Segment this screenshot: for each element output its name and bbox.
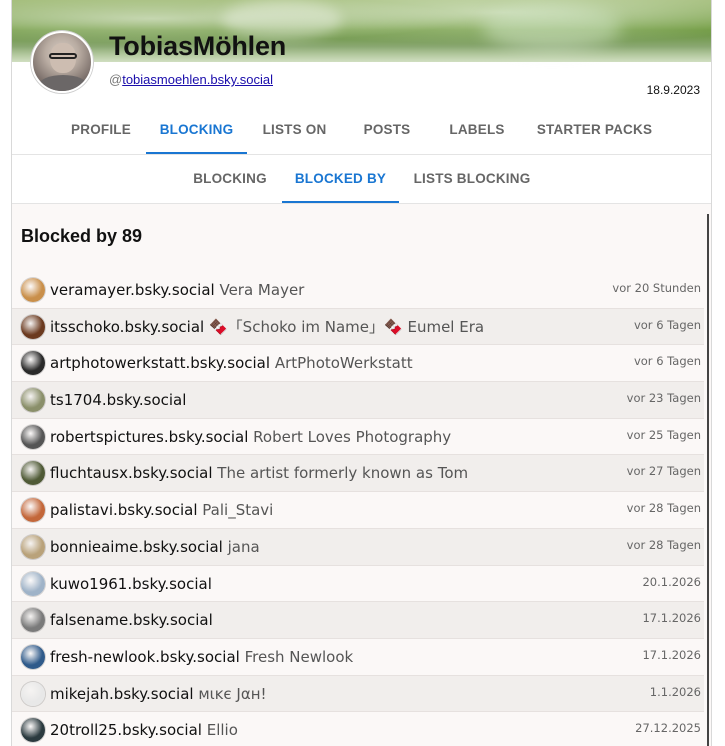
list-item[interactable]: robertspictures.bsky.social Robert Loves…: [12, 418, 704, 456]
blocked-time: 17.1.2026: [642, 611, 701, 626]
profile-handle: @tobiasmoehlen.bsky.social: [109, 72, 273, 87]
user-display-name: ArtPhotoWerkstatt: [274, 354, 413, 373]
user-display-name: Fresh Newlook: [244, 647, 354, 666]
user-avatar[interactable]: [21, 534, 45, 559]
profile-avatar: [31, 31, 93, 93]
user-text: kuwo1961.bsky.social: [50, 566, 212, 602]
list-item[interactable]: bonnieaime.bsky.social jana vor 28 Tagen: [12, 528, 704, 566]
list-item[interactable]: 20troll25.bsky.social Ellio 27.12.2025: [12, 712, 704, 746]
joined-date: 18.9.2023: [646, 83, 700, 97]
tab-blocking[interactable]: BLOCKING: [146, 108, 247, 154]
user-text: fresh-newlook.bsky.social Fresh Newlook: [50, 639, 353, 675]
blocked-time: vor 6 Tagen: [633, 317, 701, 332]
user-handle[interactable]: artphotowerkstatt.bsky.social: [50, 354, 270, 372]
profile-handle-link[interactable]: tobiasmoehlen.bsky.social: [122, 72, 273, 87]
scrollbar[interactable]: [707, 214, 709, 746]
user-text: palistavi.bsky.social Pali_Stavi: [50, 492, 273, 528]
blocked-time: 20.1.2026: [642, 574, 701, 589]
tab-profile[interactable]: PROFILE: [56, 108, 146, 154]
main-tab-bar: PROFILE BLOCKING LISTS ON POSTS LABELS S…: [12, 108, 711, 155]
user-handle[interactable]: falsename.bsky.social: [50, 611, 213, 629]
user-display-name: Vera Mayer: [219, 281, 305, 299]
user-text: artphotowerkstatt.bsky.social ArtPhotoWe…: [50, 345, 413, 381]
blocked-time: vor 6 Tagen: [633, 354, 701, 369]
user-avatar[interactable]: [21, 644, 45, 669]
user-handle[interactable]: veramayer.bsky.social: [50, 281, 215, 299]
blocked-time: 1.1.2026: [649, 684, 701, 699]
user-handle[interactable]: itsschoko.bsky.social: [50, 318, 204, 336]
user-display-name: ᴍιᴋє Jαн!: [198, 684, 267, 703]
subtab-blocking[interactable]: BLOCKING: [180, 155, 280, 203]
user-text: veramayer.bsky.social Vera Mayer: [50, 272, 304, 308]
user-text: robertspictures.bsky.social Robert Loves…: [50, 419, 451, 455]
blocked-time: vor 28 Tagen: [626, 537, 701, 552]
blocked-time: vor 23 Tagen: [626, 391, 701, 406]
list-item[interactable]: artphotowerkstatt.bsky.social ArtPhotoWe…: [12, 345, 704, 383]
user-text: ts1704.bsky.social: [50, 382, 186, 418]
list-item[interactable]: fluchtausx.bsky.social The artist former…: [12, 455, 704, 493]
list-item[interactable]: kuwo1961.bsky.social 20.1.2026: [12, 565, 704, 603]
user-handle[interactable]: fresh-newlook.bsky.social: [50, 648, 240, 666]
profile-panel: TobiasMöhlen @tobiasmoehlen.bsky.social …: [11, 0, 712, 746]
list-item[interactable]: veramayer.bsky.social Vera Mayer vor 20 S…: [12, 272, 704, 309]
user-handle[interactable]: robertspictures.bsky.social: [50, 428, 248, 446]
avatar-glasses: [49, 53, 77, 59]
user-handle[interactable]: ts1704.bsky.social: [50, 391, 186, 409]
list-item[interactable]: falsename.bsky.social 17.1.2026: [12, 602, 704, 639]
sub-tab-bar: BLOCKING BLOCKED BY LISTS BLOCKING: [12, 155, 711, 204]
user-avatar[interactable]: [21, 351, 45, 376]
user-text: fluchtausx.bsky.social The artist former…: [50, 455, 468, 491]
profile-display-name: TobiasMöhlen: [109, 31, 287, 61]
user-avatar[interactable]: [21, 681, 45, 706]
user-avatar[interactable]: [21, 278, 45, 302]
user-display-name: 🍫「Schoko im Name」🍫 Eumel Era: [209, 317, 485, 336]
blocked-time: vor 28 Tagen: [626, 501, 701, 516]
user-handle[interactable]: bonnieaime.bsky.social: [50, 538, 223, 556]
user-display-name: The artist formerly known as Tom: [217, 464, 469, 483]
avatar-shirt: [39, 75, 87, 91]
blocked-time: 17.1.2026: [642, 647, 701, 662]
section-title: Blocked by 89: [21, 226, 143, 246]
user-avatar[interactable]: [21, 314, 45, 339]
tab-starter-packs[interactable]: STARTER PACKS: [522, 108, 667, 154]
user-display-name: Ellio: [206, 721, 238, 740]
user-avatar[interactable]: [21, 424, 45, 449]
blocked-by-panel: Blocked by 89 veramayer.bsky.social Vera…: [12, 204, 711, 746]
list-item[interactable]: fresh-newlook.bsky.social Fresh Newlook 1…: [12, 638, 704, 676]
user-display-name: Robert Loves Photography: [253, 427, 452, 446]
handle-prefix: @: [109, 72, 123, 87]
subtab-lists-blocking[interactable]: LISTS BLOCKING: [402, 155, 542, 203]
user-text: mikejah.bsky.social ᴍιᴋє Jαн!: [50, 676, 267, 712]
user-handle[interactable]: palistavi.bsky.social: [50, 501, 198, 519]
user-handle[interactable]: kuwo1961.bsky.social: [50, 575, 212, 593]
user-display-name: Pali_Stavi: [202, 501, 274, 520]
user-avatar[interactable]: [21, 608, 45, 633]
user-avatar[interactable]: [21, 461, 45, 486]
tab-posts[interactable]: POSTS: [342, 108, 432, 154]
blocked-time: vor 25 Tagen: [626, 427, 701, 442]
user-text: bonnieaime.bsky.social jana: [50, 529, 260, 565]
blocked-by-list: veramayer.bsky.social Vera Mayer vor 20 S…: [12, 272, 704, 746]
user-display-name: jana: [227, 537, 260, 556]
tab-lists-on[interactable]: LISTS ON: [247, 108, 342, 154]
blocked-time: vor 27 Tagen: [626, 464, 701, 479]
user-avatar[interactable]: [21, 498, 45, 523]
list-item[interactable]: itsschoko.bsky.social 🍫「Schoko im Name」🍫…: [12, 308, 704, 346]
list-item[interactable]: ts1704.bsky.social vor 23 Tagen: [12, 382, 704, 419]
list-item[interactable]: mikejah.bsky.social ᴍιᴋє Jαн! 1.1.2026: [12, 675, 704, 713]
subtab-blocked-by[interactable]: BLOCKED BY: [282, 155, 399, 203]
list-item[interactable]: palistavi.bsky.social Pali_Stavi vor 28 T…: [12, 492, 704, 529]
user-avatar[interactable]: [21, 388, 45, 413]
blocked-time: 27.12.2025: [635, 721, 701, 736]
blocked-time: vor 20 Stunden: [612, 281, 701, 295]
user-text: itsschoko.bsky.social 🍫「Schoko im Name」🍫…: [50, 309, 484, 345]
tab-labels[interactable]: LABELS: [432, 108, 522, 154]
user-text: falsename.bsky.social: [50, 602, 213, 638]
user-handle[interactable]: 20troll25.bsky.social: [50, 721, 202, 739]
user-text: 20troll25.bsky.social Ellio: [50, 712, 238, 746]
user-avatar[interactable]: [21, 571, 45, 596]
user-handle[interactable]: mikejah.bsky.social: [50, 685, 194, 703]
user-handle[interactable]: fluchtausx.bsky.social: [50, 464, 213, 482]
user-avatar[interactable]: [21, 718, 45, 743]
